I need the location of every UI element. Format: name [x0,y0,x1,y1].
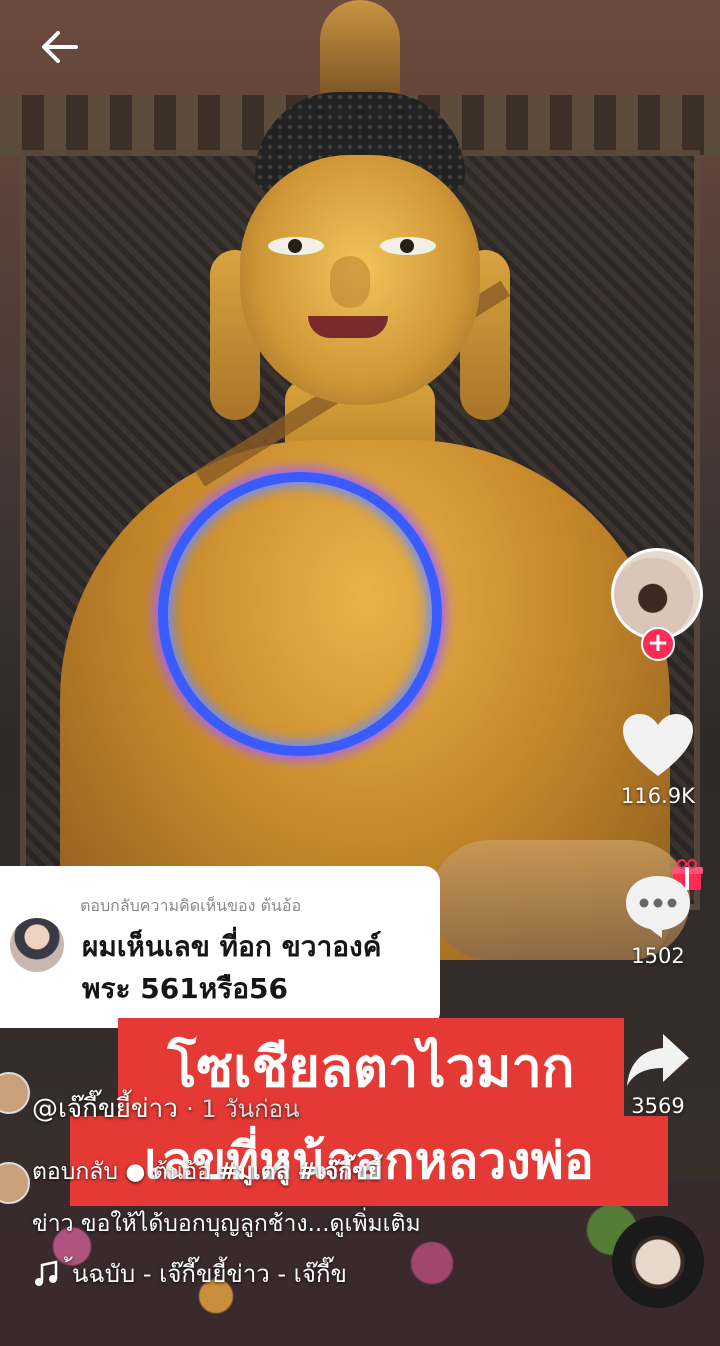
reply-text-line2: พระ 561หรือ56 [82,972,289,1005]
statue-eye-left [268,237,324,255]
heart-icon [623,714,693,776]
comment-icon [626,876,690,938]
mention-name: ต้นอ้อ [152,1159,211,1185]
comment-count: 1502 [631,944,685,968]
statue-nose [330,256,370,308]
music-disc[interactable] [612,1216,704,1308]
desc-prefix: ตอบกลับ [32,1159,118,1185]
post-username[interactable]: @เจ๊กี๊ขยี้ข่าว [32,1094,178,1124]
follow-plus-icon[interactable]: + [641,627,675,661]
music-row[interactable]: ้นฉบับ - เจ๊กี๊ขยี้ข่าว - เจ๊กี๊ข [32,1254,347,1293]
like-button[interactable]: 116.9K [603,712,713,808]
side-sticker-faces [0,1066,30,1226]
post-time: · 1 วันก่อน [186,1095,300,1123]
reply-comment-text: ผมเห็นเลข ที่อก ขวาองค์ พระ 561หรือ56 [82,926,432,1010]
statue-crown [320,0,400,100]
commenter-avatar [10,918,64,972]
video-stage[interactable]: + 116.9K 1502 3569 ตอบกลับความคิดเห็นของ… [0,0,720,1346]
highlight-ring [158,472,442,756]
reply-comment-card[interactable]: ตอบกลับความคิดเห็นของ ต้นอ้อ ผมเห็นเลข ท… [0,866,440,1028]
desc-line2[interactable]: ข่าว ขอให้ได้บอกบุญลูกช้าง...ดูเพิ่มเติม [32,1211,421,1237]
reply-text-line1: ผมเห็นเลข ที่อก ขวาองค์ [82,930,382,963]
post-hashtags[interactable]: #มูเตลู #เจ๊กี๊ขยี้ [218,1159,381,1185]
music-note-icon [35,1259,58,1286]
share-icon [627,1034,689,1086]
like-count: 116.9K [621,784,695,808]
post-username-row[interactable]: @เจ๊กี๊ขยี้ข่าว · 1 วันก่อน [32,1088,300,1129]
comment-button[interactable]: 1502 [603,872,713,968]
statue-eye-right [380,237,436,255]
statue-mouth [308,316,388,338]
sticker-face [0,1162,30,1204]
post-description[interactable]: ตอบกลับ ● ต้นอ้อ #มูเตลู #เจ๊กี๊ขยี้ ข่า… [32,1146,602,1250]
mention-chip[interactable]: ● ต้นอ้อ [125,1159,211,1185]
back-arrow-icon[interactable] [36,22,86,72]
sticker-face [0,1072,30,1114]
music-title: ้นฉบับ - เจ๊กี๊ขยี้ข่าว - เจ๊กี๊ข [72,1260,347,1288]
reply-header: ตอบกลับความคิดเห็นของ ต้นอ้อ [80,896,302,915]
